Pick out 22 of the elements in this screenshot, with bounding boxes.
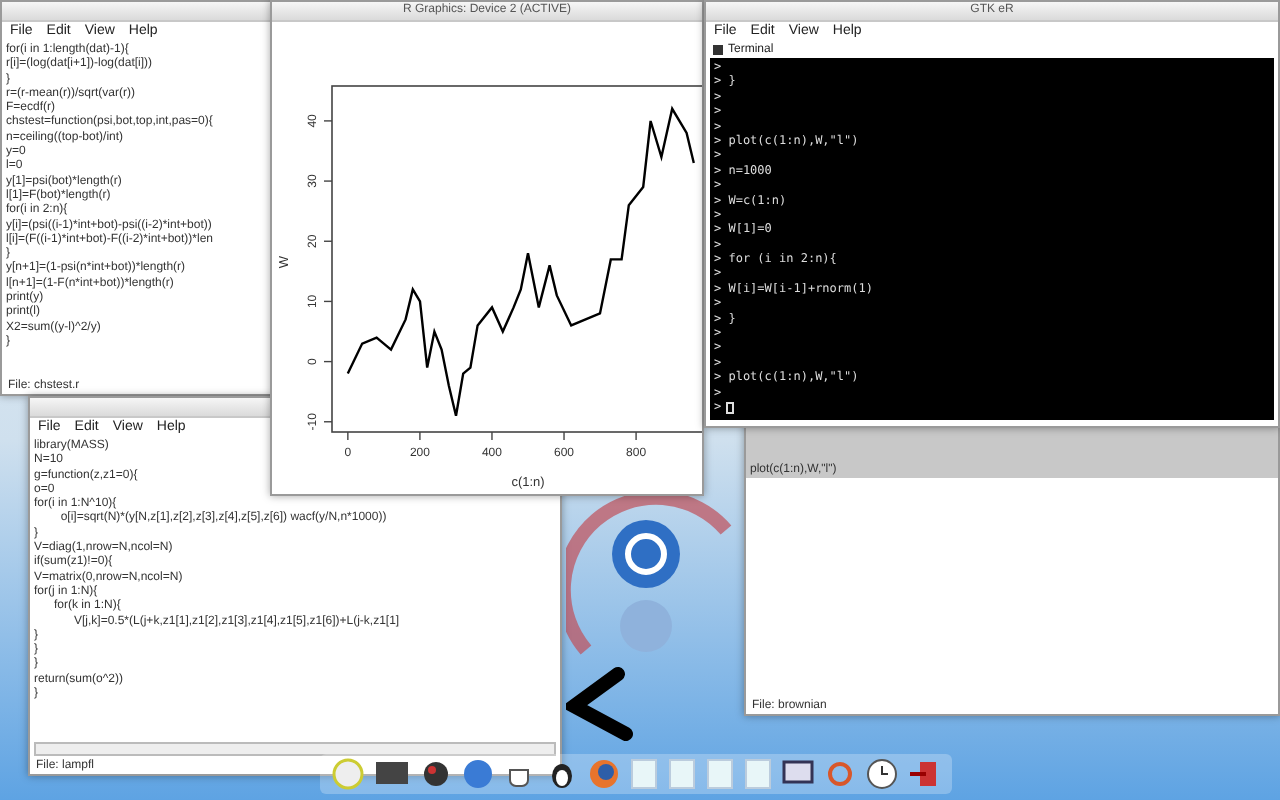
fox-icon[interactable] xyxy=(588,758,620,790)
scrollbar[interactable] xyxy=(34,742,556,756)
tick-mark xyxy=(323,421,333,423)
clock-icon[interactable] xyxy=(866,758,898,790)
exit-icon[interactable] xyxy=(908,758,940,790)
penguin-icon[interactable] xyxy=(546,758,578,790)
tick-mark xyxy=(419,431,421,441)
monitor-icon[interactable] xyxy=(782,758,814,790)
tick-mark xyxy=(563,431,565,441)
tick-mark xyxy=(323,300,333,303)
globe-icon[interactable] xyxy=(462,758,494,790)
tick-mark xyxy=(323,360,333,363)
tick-mark xyxy=(323,180,333,182)
tick-mark xyxy=(323,120,333,122)
text-cursor xyxy=(725,401,734,414)
terminal-icon xyxy=(712,44,724,56)
tick-mark xyxy=(635,431,637,441)
paint-icon[interactable] xyxy=(420,758,452,790)
tick-mark xyxy=(347,431,349,441)
tick-mark xyxy=(491,431,493,441)
tick-mark xyxy=(323,240,333,242)
monitor-icon[interactable] xyxy=(374,758,410,790)
